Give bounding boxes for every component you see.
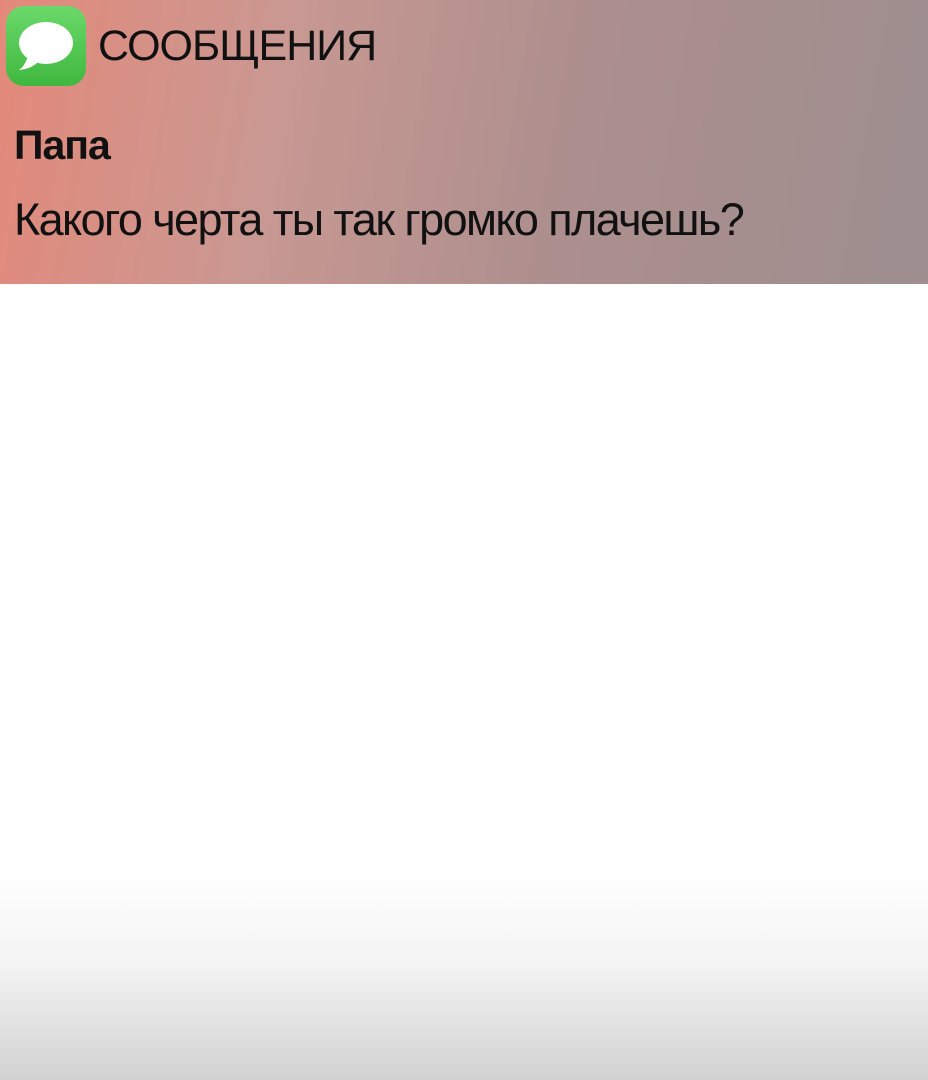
message-notification-banner[interactable]: СООБЩЕНИЯ Папа Какого черта ты так громк… xyxy=(0,0,928,284)
message-text: Какого черта ты так громко плачешь? xyxy=(14,194,745,245)
speech-bubble-icon xyxy=(19,22,73,70)
app-name-label: СООБЩЕНИЯ xyxy=(98,22,377,70)
bottom-shadow-gradient xyxy=(0,870,928,1080)
messages-app-icon xyxy=(6,6,86,86)
sender-name: Папа xyxy=(14,122,111,168)
